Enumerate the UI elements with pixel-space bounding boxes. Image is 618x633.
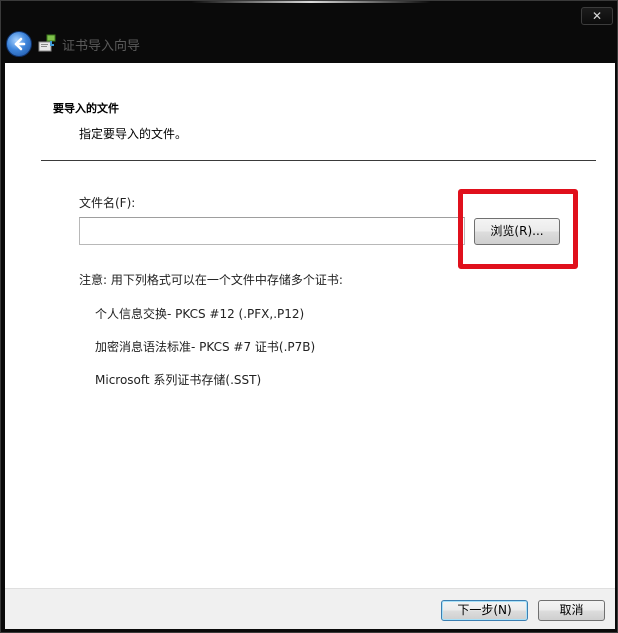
certificate-icon bbox=[38, 34, 56, 52]
page-subheading: 指定要导入的文件。 bbox=[79, 127, 188, 141]
wizard-footer: 下一步(N) 取消 bbox=[5, 588, 615, 629]
file-name-label: 文件名(F): bbox=[79, 196, 136, 210]
wizard-window: ✕ 证书导入向导 要导入的文件 指定要导入的文件。 文件名(F): 浏览(R).… bbox=[0, 0, 618, 633]
titlebar: ✕ 证书导入向导 bbox=[1, 1, 617, 63]
close-button[interactable]: ✕ bbox=[581, 7, 613, 25]
format-item: 个人信息交换- PKCS #12 (.PFX,.P12) bbox=[95, 307, 305, 321]
page-heading: 要导入的文件 bbox=[53, 102, 119, 115]
file-name-input[interactable] bbox=[79, 217, 465, 245]
close-icon: ✕ bbox=[591, 9, 603, 23]
back-button[interactable] bbox=[6, 31, 32, 57]
format-item: 加密消息语法标准- PKCS #7 证书(.P7B) bbox=[95, 340, 316, 354]
window-title: 证书导入向导 bbox=[62, 39, 141, 54]
next-button[interactable]: 下一步(N) bbox=[441, 600, 528, 621]
formats-note: 注意: 用下列格式可以在一个文件中存储多个证书: bbox=[79, 273, 343, 287]
cancel-button[interactable]: 取消 bbox=[538, 600, 605, 621]
format-item: Microsoft 系列证书存储(.SST) bbox=[95, 373, 262, 387]
browse-button[interactable]: 浏览(R)... bbox=[474, 218, 560, 245]
back-arrow-icon bbox=[14, 37, 26, 51]
wizard-content: 要导入的文件 指定要导入的文件。 文件名(F): 浏览(R)... 注意: 用下… bbox=[5, 63, 615, 588]
header-divider bbox=[41, 160, 596, 161]
